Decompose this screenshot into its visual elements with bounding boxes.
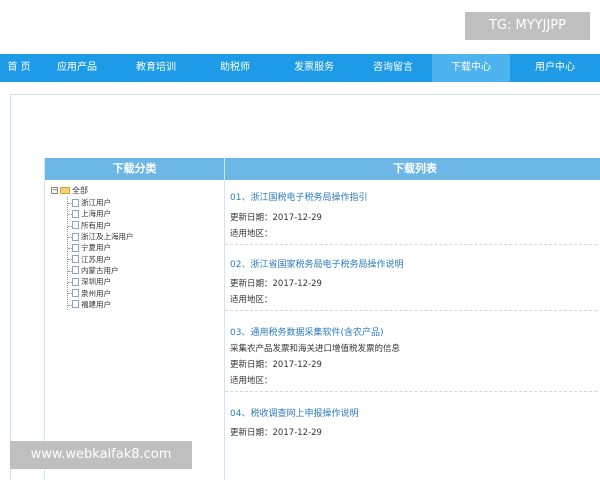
nav-item-training[interactable]: 教育培训 [116,54,196,82]
watermark-tg: TG: MYYJJPP [465,12,590,40]
tree-item[interactable]: 上海用户 [68,208,224,219]
download-entry: 03、通用税务数据采集软件(含农产品) 采集农产品发票和海关进口增值税发票的信息… [225,311,597,392]
entry-update-date: 更新日期：2017-12-29 [230,213,322,223]
download-list-panel: 下载列表 01、浙江国税电子税务局操作指引 更新日期：2017-12-29 适用… [225,158,600,480]
entry-update-date: 更新日期：2017-12-29 [230,360,322,370]
tree-item[interactable]: 福建用户 [68,299,224,310]
category-tree: − 全部 浙江用户 上海用户 所有用户 浙江及上海用户 宁夏用户 江苏用户 内蒙… [45,180,224,310]
tree-item-label[interactable]: 浙江及上海用户 [81,231,134,242]
tree-item-label[interactable]: 宁夏用户 [81,242,111,253]
nav-item-invoice[interactable]: 发票服务 [274,54,354,82]
document-icon [72,277,79,286]
download-title-link[interactable]: 04、税收调查网上申报操作说明 [230,406,597,422]
tree-root-label[interactable]: 全部 [72,185,88,196]
entry-region: 适用地区： [230,295,273,305]
nav-item-consult[interactable]: 咨询留言 [354,54,432,82]
watermark-url: www.webkaifak8.com [10,441,192,469]
download-entry: 04、税收调查网上申报操作说明 更新日期：2017-12-29 [225,392,597,441]
document-icon [72,232,79,241]
tree-item[interactable]: 浙江及上海用户 [68,231,224,242]
collapse-icon[interactable]: − [51,187,58,194]
document-icon [72,300,79,309]
folder-icon [60,187,70,194]
nav-item-user-center[interactable]: 用户中心 [510,54,600,82]
document-icon [72,243,79,252]
tree-item[interactable]: 宁夏用户 [68,242,224,253]
document-icon [72,266,79,275]
tree-item-label[interactable]: 泉州用户 [81,288,111,299]
tree-item[interactable]: 所有用户 [68,220,224,231]
entry-region: 适用地区： [230,376,273,386]
document-icon [72,209,79,218]
nav-item-download[interactable]: 下载中心 [432,54,510,82]
tree-item-label[interactable]: 浙江用户 [81,197,111,208]
tree-item-label[interactable]: 福建用户 [81,299,111,310]
document-icon [72,255,79,264]
download-entry: 01、浙江国税电子税务局操作指引 更新日期：2017-12-29 适用地区： [225,180,597,245]
tree-item-label[interactable]: 江苏用户 [81,254,111,265]
nav-item-products[interactable]: 应用产品 [38,54,116,82]
download-title-link[interactable]: 03、通用税务数据采集软件(含农产品) [230,325,597,341]
tree-item-label[interactable]: 深圳用户 [81,276,111,287]
entry-update-date: 更新日期：2017-12-29 [230,428,322,438]
tree-item-label[interactable]: 内蒙古用户 [81,265,119,276]
download-title-link[interactable]: 02、浙江省国家税务局电子税务局操作说明 [230,257,597,273]
tree-children: 浙江用户 上海用户 所有用户 浙江及上海用户 宁夏用户 江苏用户 内蒙古用户 深… [67,197,224,310]
tree-item[interactable]: 内蒙古用户 [68,265,224,276]
entry-description: 采集农产品发票和海关进口增值税发票的信息 [230,344,401,354]
document-icon [72,198,79,207]
category-panel: 下载分类 − 全部 浙江用户 上海用户 所有用户 浙江及上海用户 宁夏用户 江苏… [44,158,225,480]
entry-update-date: 更新日期：2017-12-29 [230,279,322,289]
tree-item[interactable]: 浙江用户 [68,197,224,208]
nav-item-home[interactable]: 首 页 [0,54,38,82]
download-list-header: 下载列表 [225,158,600,180]
tree-item-label[interactable]: 上海用户 [81,208,111,219]
tree-item[interactable]: 泉州用户 [68,287,224,298]
page: TG: MYYJJPP 首 页 应用产品 教育培训 助税师 发票服务 咨询留言 … [0,0,600,480]
document-icon [72,289,79,298]
main-nav: 首 页 应用产品 教育培训 助税师 发票服务 咨询留言 下载中心 用户中心 [0,54,600,82]
tree-root[interactable]: − 全部 [45,184,224,197]
entry-region: 适用地区： [230,229,273,239]
nav-item-tax-assistant[interactable]: 助税师 [196,54,274,82]
download-entry: 02、浙江省国家税务局电子税务局操作说明 更新日期：2017-12-29 适用地… [225,245,597,311]
tree-item-label[interactable]: 所有用户 [81,220,111,231]
category-header: 下载分类 [45,158,224,180]
tree-item[interactable]: 江苏用户 [68,253,224,264]
tree-item[interactable]: 深圳用户 [68,276,224,287]
document-icon [72,221,79,230]
download-title-link[interactable]: 01、浙江国税电子税务局操作指引 [230,190,597,206]
